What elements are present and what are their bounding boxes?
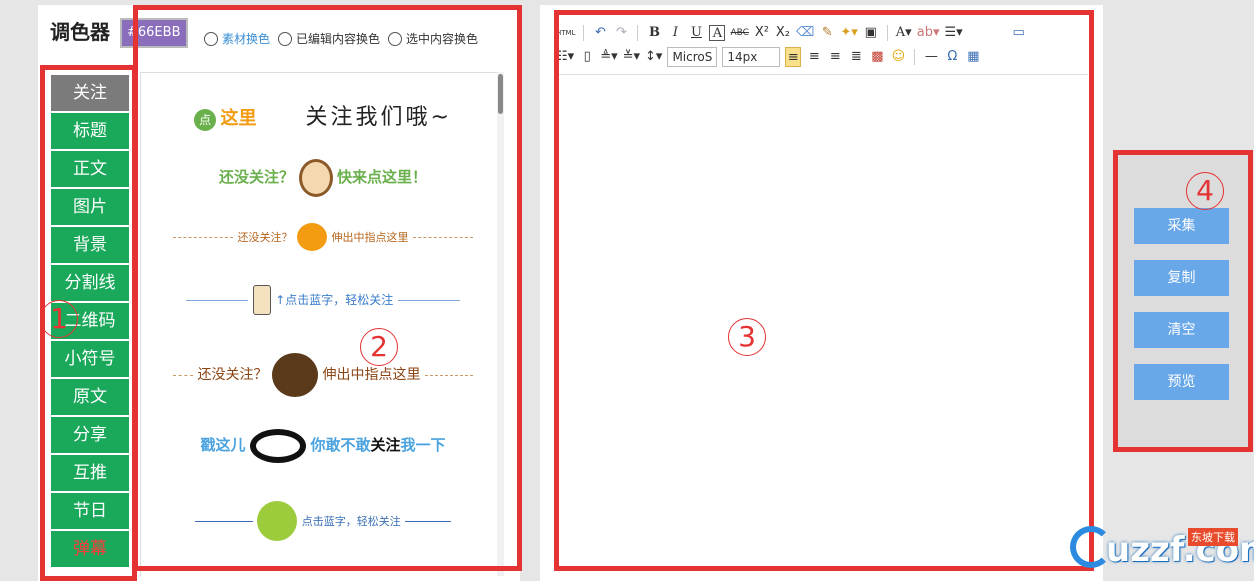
annotation-number-1: 1: [40, 300, 78, 338]
annotation-number-2: 2: [360, 328, 398, 366]
site-watermark: uzzf.com 东坡下载: [1070, 522, 1254, 578]
palette-title: 调色器: [50, 20, 110, 44]
annotation-box-3: [554, 10, 1094, 571]
watermark-badge: 东坡下载: [1188, 528, 1238, 546]
annotation-number-3: 3: [728, 318, 766, 356]
annotation-box-4: [1113, 150, 1253, 452]
annotation-box-2: [133, 5, 522, 571]
annotation-number-4: 4: [1186, 172, 1224, 210]
